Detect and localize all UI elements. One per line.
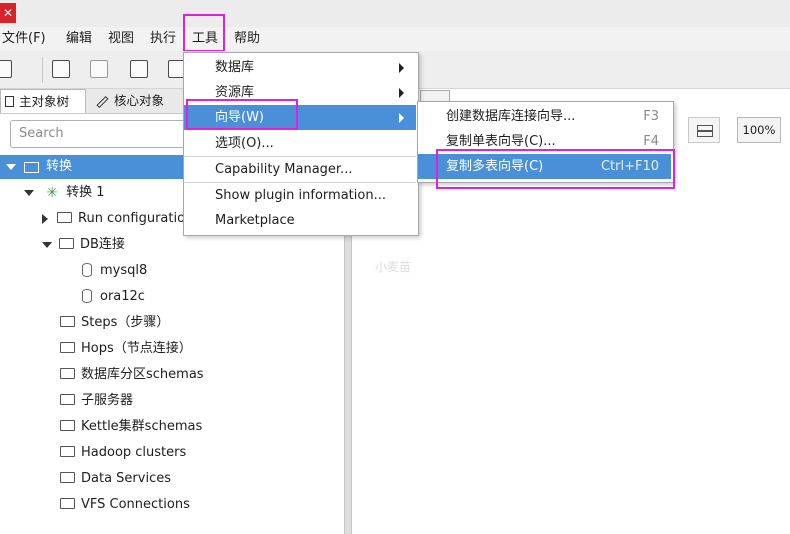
watermark: 小麦苗 <box>375 260 412 274</box>
copy-multiple-tables-highlight-box <box>436 149 675 189</box>
submenu-arrow-icon <box>399 63 404 73</box>
menu-item-label: Marketplace <box>215 213 295 228</box>
tree-item-label: Run configuratio <box>78 211 186 226</box>
menu-item-label: 选项(O)... <box>215 136 274 151</box>
folder-icon <box>60 446 75 457</box>
search-input[interactable]: Search <box>10 120 190 148</box>
save-icon[interactable] <box>130 60 148 78</box>
folder-icon <box>59 238 74 249</box>
open-folder-icon[interactable] <box>52 60 70 78</box>
tree-item-label: 转换 1 <box>66 185 105 200</box>
folder-icon <box>60 420 75 431</box>
zoom-level-select[interactable]: 100% <box>737 117 781 143</box>
tree-item-cluster-schemas[interactable]: Kettle集群schemas <box>60 416 202 438</box>
tab-core-objects[interactable]: 核心对象 <box>92 89 182 113</box>
folder-icon <box>60 342 75 353</box>
tree-item-label: Steps（步骤） <box>81 315 170 330</box>
explore-repository-icon[interactable] <box>90 60 108 78</box>
database-icon <box>82 288 92 303</box>
expand-arrow-icon[interactable] <box>42 213 48 224</box>
menu-item-label: Capability Manager... <box>215 162 353 177</box>
menu-help[interactable]: 帮助 <box>234 27 260 51</box>
tree-item-run-configuration[interactable]: Run configuratio <box>42 208 185 230</box>
tree-item-label: Kettle集群schemas <box>81 419 203 434</box>
tools-menu-highlight-box <box>183 14 225 52</box>
folder-icon <box>60 316 75 327</box>
menu-item-options[interactable]: 选项(O)... <box>184 131 416 156</box>
folder-icon <box>60 472 75 483</box>
menu-item-label: 复制单表向导(C)... <box>446 134 556 149</box>
expand-arrow-icon[interactable] <box>6 164 16 170</box>
tree-item-mysql8[interactable]: mysql8 <box>82 260 147 282</box>
tree-item-label: Data Services <box>81 471 171 486</box>
menu-item-label: Show plugin information... <box>215 188 386 203</box>
folder-icon <box>60 368 75 379</box>
expand-arrow-icon[interactable] <box>24 189 34 196</box>
search-tree-icon <box>5 96 14 107</box>
tree-item-hadoop-clusters[interactable]: Hadoop clusters <box>60 442 186 464</box>
tree-item-label: 子服务器 <box>81 393 134 408</box>
menu-item-database[interactable]: 数据库 <box>184 55 416 80</box>
title-bar: ✕ <box>0 0 790 27</box>
tab-label: 主对象树 <box>19 94 70 109</box>
menu-edit[interactable]: 编辑 <box>66 27 92 51</box>
tree-root-label: 转换 <box>46 159 73 174</box>
menu-item-label: 创建数据库连接向导... <box>446 109 576 124</box>
tree-item-transform[interactable]: ✳ 转换 1 <box>24 182 105 204</box>
tree-item-data-services[interactable]: Data Services <box>60 468 171 490</box>
tree-item-label: 数据库分区schemas <box>81 367 204 382</box>
wizard-highlight-box <box>186 99 298 130</box>
transformation-icon: ✳ <box>46 184 58 201</box>
new-file-icon[interactable] <box>0 60 12 78</box>
shortcut-label: F3 <box>643 109 659 124</box>
submenu-arrow-icon <box>399 88 404 98</box>
menu-view[interactable]: 视图 <box>108 27 134 51</box>
tree-item-slave-servers[interactable]: 子服务器 <box>60 390 133 412</box>
tree-item-vfs-connections[interactable]: VFS Connections <box>60 494 190 516</box>
tree-item-label: Hops（节点连接） <box>81 341 192 356</box>
menu-item-marketplace[interactable]: Marketplace <box>184 208 416 233</box>
menu-item-capability-manager[interactable]: Capability Manager... <box>184 157 416 182</box>
menu-item-show-plugin-info[interactable]: Show plugin information... <box>184 183 416 208</box>
menu-run[interactable]: 执行 <box>150 27 176 51</box>
tree-item-label: mysql8 <box>100 263 148 278</box>
tab-main-object-tree[interactable]: 主对象树 <box>0 89 86 113</box>
tree-item-ora12c[interactable]: ora12c <box>82 286 145 308</box>
tree-item-partition-schemas[interactable]: 数据库分区schemas <box>60 364 204 386</box>
folder-icon <box>57 212 72 223</box>
tab-label: 核心对象 <box>114 93 165 108</box>
app-logo-icon: ✕ <box>0 3 16 23</box>
tree-item-db-connections[interactable]: DB连接 <box>42 234 125 256</box>
tree-item-steps[interactable]: Steps（步骤） <box>60 312 169 334</box>
folder-icon <box>60 394 75 405</box>
folder-icon <box>24 162 39 173</box>
layout-icon[interactable] <box>688 117 720 143</box>
tree-item-label: Hadoop clusters <box>81 445 187 460</box>
tree-item-label: VFS Connections <box>81 497 190 512</box>
menu-item-create-db-connection-wizard[interactable]: 创建数据库连接向导... F3 <box>418 104 671 129</box>
toolbar-divider <box>42 57 43 83</box>
folder-icon <box>60 498 75 509</box>
tree-item-label: DB连接 <box>80 237 125 252</box>
tools-dropdown-menu: 数据库 资源库 向导(W) 选项(O)... Capability Manage… <box>183 52 419 236</box>
expand-arrow-icon[interactable] <box>42 241 52 248</box>
pencil-icon <box>96 95 109 108</box>
tree-item-hops[interactable]: Hops（节点连接） <box>60 338 192 360</box>
menu-bar: 文件(F) 编辑 视图 执行 工具 帮助 <box>0 27 790 51</box>
database-icon <box>82 262 92 277</box>
submenu-arrow-icon <box>399 113 404 123</box>
menu-file[interactable]: 文件(F) <box>2 27 46 51</box>
tree-item-label: ora12c <box>100 289 145 304</box>
menu-item-label: 数据库 <box>215 60 255 75</box>
menu-item-label: 资源库 <box>215 85 255 100</box>
